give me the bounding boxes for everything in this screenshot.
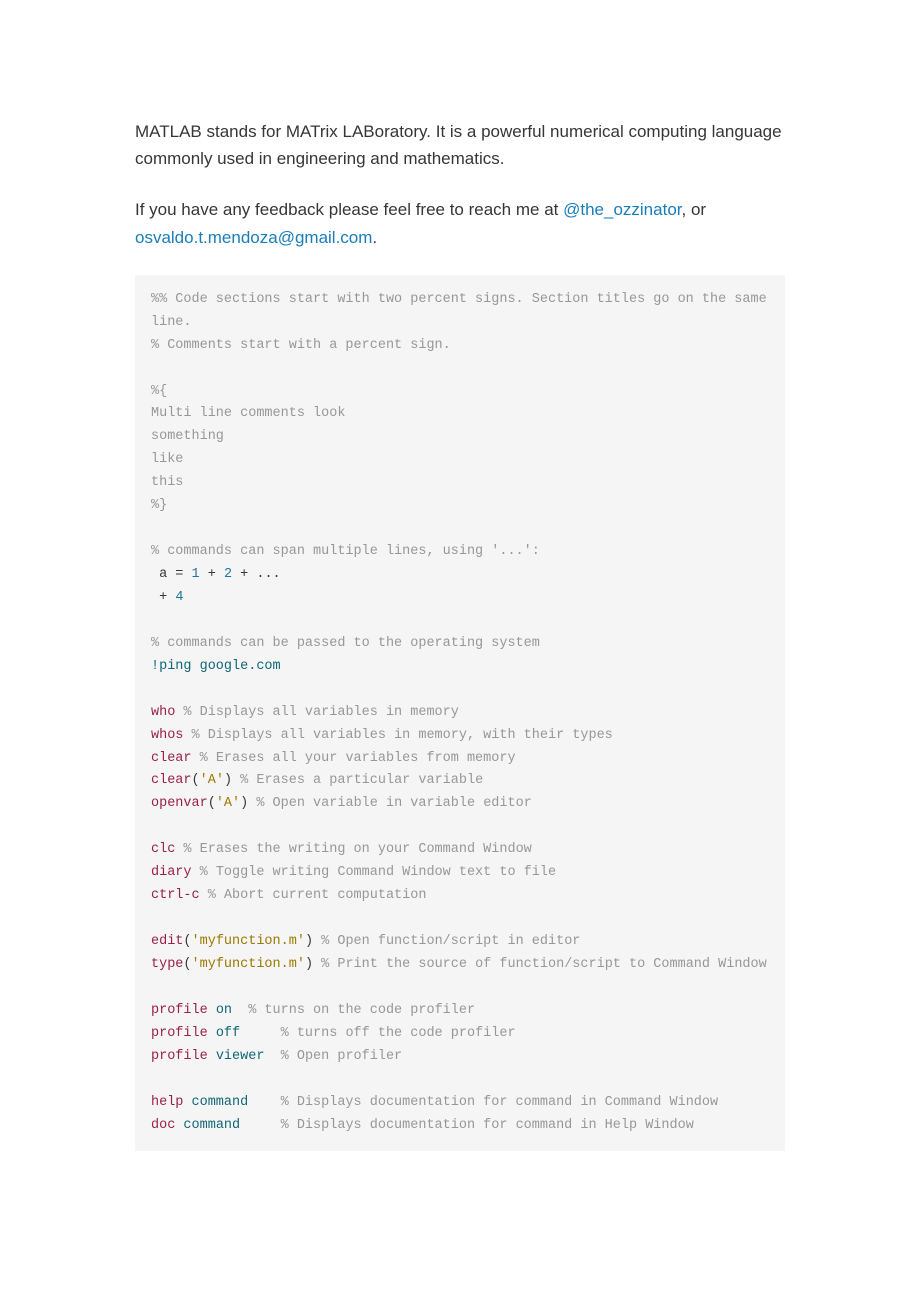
code-string: 'A' xyxy=(200,773,224,788)
code-string: 'myfunction.m' xyxy=(192,934,305,949)
code-comment: % Erases all your variables from memory xyxy=(192,751,516,766)
code-comment: % Abort current computation xyxy=(200,888,427,903)
code-identifier: on xyxy=(208,1003,232,1018)
intro-text-post: . xyxy=(372,228,377,247)
code-text: + xyxy=(200,567,224,582)
code-text: a = xyxy=(151,567,192,582)
code-comment: %% Code sections start with two percent … xyxy=(151,292,775,330)
code-text: ) xyxy=(305,934,313,949)
intro-paragraph-1: MATLAB stands for MATrix LABoratory. It … xyxy=(135,118,785,172)
code-keyword: who xyxy=(151,705,175,720)
code-comment: like xyxy=(151,452,183,467)
code-keyword: whos xyxy=(151,728,183,743)
code-string: 'A' xyxy=(216,796,240,811)
code-comment: this xyxy=(151,475,183,490)
code-keyword: profile xyxy=(151,1026,208,1041)
code-keyword: ctrl-c xyxy=(151,888,200,903)
code-comment: % Open variable in variable editor xyxy=(248,796,532,811)
code-text: ( xyxy=(183,957,191,972)
code-keyword: clear xyxy=(151,751,192,766)
code-keyword: openvar xyxy=(151,796,208,811)
intro-text-mid: , or xyxy=(682,200,707,219)
code-keyword: help xyxy=(151,1095,183,1110)
code-text: + ... xyxy=(232,567,281,582)
code-number: 4 xyxy=(175,590,183,605)
code-number: 2 xyxy=(224,567,232,582)
code-text: ( xyxy=(192,773,200,788)
code-comment: % Erases the writing on your Command Win… xyxy=(175,842,531,857)
code-identifier: command xyxy=(183,1095,248,1110)
email-link[interactable]: osvaldo.t.mendoza@gmail.com xyxy=(135,228,372,247)
code-comment: Multi line comments look xyxy=(151,406,345,421)
twitter-link[interactable]: @the_ozzinator xyxy=(563,200,681,219)
code-text: ( xyxy=(183,934,191,949)
code-text: ) xyxy=(305,957,313,972)
code-comment: % Displays all variables in memory xyxy=(175,705,459,720)
code-comment: % commands can be passed to the operatin… xyxy=(151,636,540,651)
code-keyword: type xyxy=(151,957,183,972)
code-block: %% Code sections start with two percent … xyxy=(135,275,785,1152)
code-keyword: profile xyxy=(151,1049,208,1064)
code-identifier: viewer xyxy=(208,1049,265,1064)
code-comment: % Displays documentation for command in … xyxy=(240,1118,694,1133)
code-comment: % Toggle writing Command Window text to … xyxy=(192,865,557,880)
code-comment: % Displays all variables in memory, with… xyxy=(183,728,612,743)
code-text: + xyxy=(151,590,175,605)
code-identifier: command xyxy=(175,1118,240,1133)
code-comment: % Open function/script in editor xyxy=(313,934,580,949)
code-comment: % Displays documentation for command in … xyxy=(248,1095,718,1110)
code-keyword: clc xyxy=(151,842,175,857)
code-keyword: clear xyxy=(151,773,192,788)
code-comment: % turns on the code profiler xyxy=(232,1003,475,1018)
code-keyword: edit xyxy=(151,934,183,949)
code-string: 'myfunction.m' xyxy=(192,957,305,972)
code-number: 1 xyxy=(192,567,200,582)
code-comment: % Erases a particular variable xyxy=(232,773,483,788)
code-keyword: doc xyxy=(151,1118,175,1133)
code-comment: % Comments start with a percent sign. xyxy=(151,338,451,353)
code-text: ( xyxy=(208,796,216,811)
intro-text-pre: If you have any feedback please feel fre… xyxy=(135,200,563,219)
code-comment: %{ xyxy=(151,384,167,399)
code-identifier: off xyxy=(208,1026,240,1041)
code-comment: % commands can span multiple lines, usin… xyxy=(151,544,540,559)
code-keyword: diary xyxy=(151,865,192,880)
code-comment: % turns off the code profiler xyxy=(240,1026,515,1041)
code-keyword: profile xyxy=(151,1003,208,1018)
code-shell-cmd: !ping google.com xyxy=(151,659,281,674)
intro-paragraph-2: If you have any feedback please feel fre… xyxy=(135,196,785,250)
code-text: ) xyxy=(224,773,232,788)
code-comment: % Open profiler xyxy=(264,1049,402,1064)
code-comment: %} xyxy=(151,498,167,513)
code-comment: % Print the source of function/script to… xyxy=(313,957,767,972)
code-comment: something xyxy=(151,429,224,444)
